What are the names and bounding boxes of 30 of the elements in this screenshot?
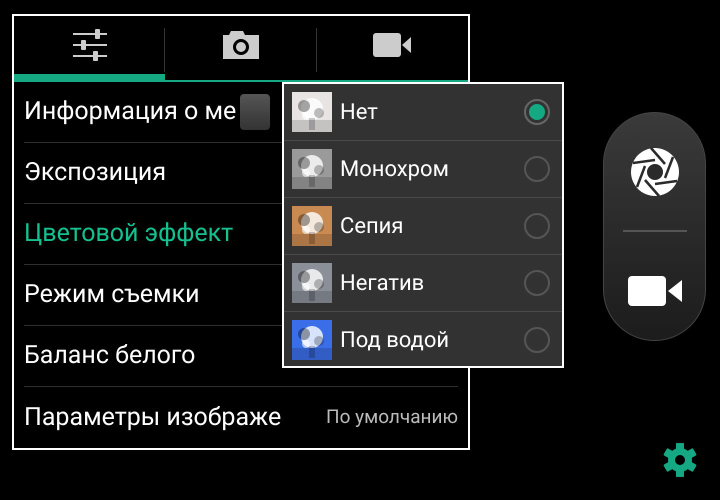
radio-button[interactable] xyxy=(524,327,550,353)
effect-label: Сепия xyxy=(340,212,404,240)
setting-label: Цветовой эффект xyxy=(24,218,234,250)
setting-label: Информация о ме xyxy=(24,96,236,128)
sliders-icon xyxy=(72,29,107,61)
radio-button[interactable] xyxy=(524,213,550,239)
radio-button[interactable] xyxy=(524,99,550,125)
effect-option[interactable]: Сепия xyxy=(284,198,562,255)
effect-label: Негатив xyxy=(340,270,424,298)
setting-value: По умолчанию xyxy=(326,404,458,430)
effect-label: Под водой xyxy=(340,326,450,354)
video-camera-icon xyxy=(373,33,412,57)
toggle-switch[interactable] xyxy=(240,94,270,130)
effect-option[interactable]: Негатив xyxy=(284,255,562,312)
shutter-icon[interactable] xyxy=(630,147,680,197)
effect-label: Монохром xyxy=(340,156,449,184)
settings-row[interactable]: Параметры изображе По умолчанию xyxy=(24,387,458,448)
radio-button[interactable] xyxy=(524,156,550,182)
radio-button[interactable] xyxy=(524,270,550,296)
effect-option[interactable]: Нет xyxy=(284,84,562,141)
settings-icon[interactable] xyxy=(662,442,698,478)
video-camera-icon[interactable] xyxy=(628,276,682,306)
effect-option[interactable]: Монохром xyxy=(284,141,562,198)
effect-label: Нет xyxy=(340,98,378,126)
setting-label: Режим съемки xyxy=(24,279,200,312)
setting-label: Баланс белого xyxy=(24,340,196,372)
effect-option[interactable]: Под водой xyxy=(284,312,562,366)
setting-label: Параметры изображе xyxy=(24,402,282,434)
setting-label: Экспозиция xyxy=(24,157,166,190)
camera-icon xyxy=(222,31,259,59)
